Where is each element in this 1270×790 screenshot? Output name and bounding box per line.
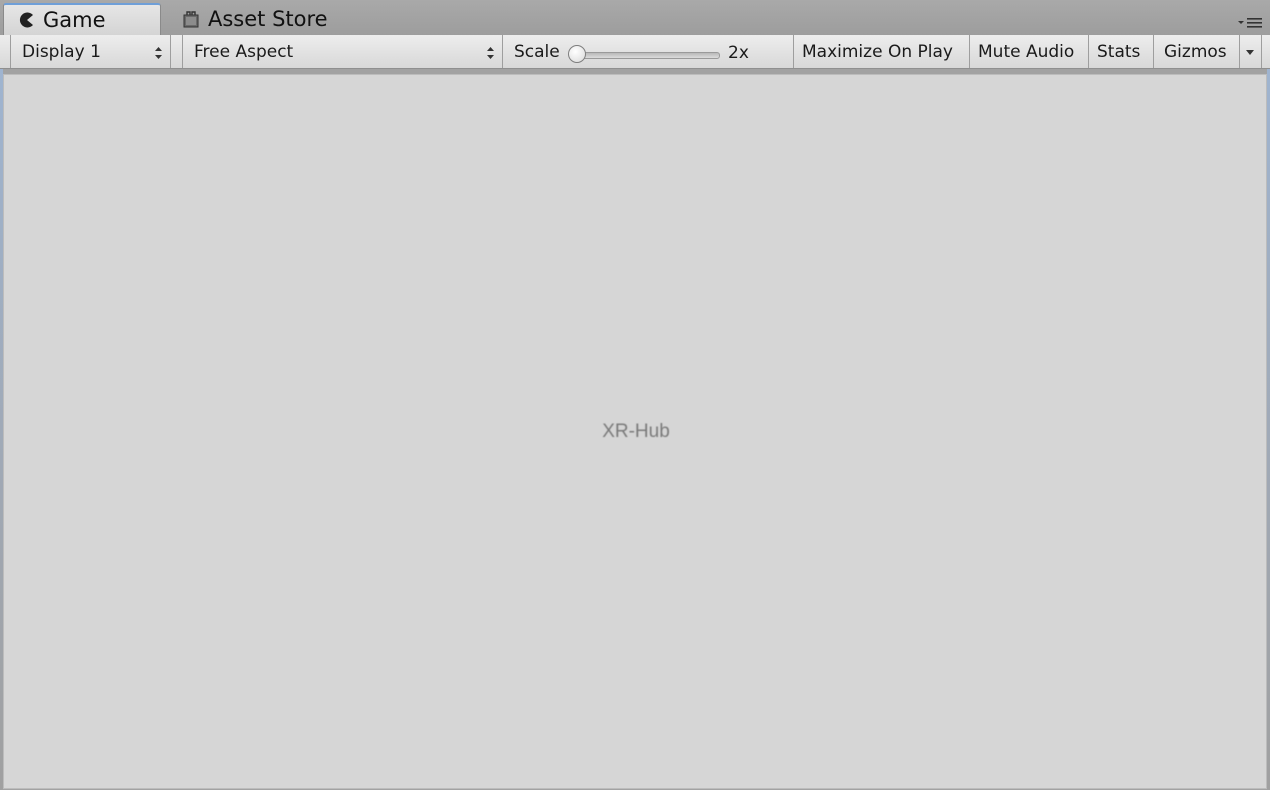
game-toolbar: Display 1 Free Aspect Scale 2x Maximize … [0, 35, 1270, 69]
tab-asset-store[interactable]: Asset Store [168, 3, 368, 35]
display-select[interactable]: Display 1 [10, 35, 171, 68]
dropdown-arrow-icon [1244, 42, 1256, 62]
maximize-on-play-toggle[interactable]: Maximize On Play [794, 35, 970, 68]
gizmos-dropdown-button[interactable] [1240, 35, 1262, 68]
scale-value: 2x [728, 43, 749, 63]
tab-bar: Game Asset Store [0, 0, 1270, 35]
panel-menu-icon[interactable] [1236, 14, 1264, 28]
stats-label: Stats [1097, 41, 1141, 62]
mute-audio-label: Mute Audio [978, 41, 1075, 62]
mute-audio-toggle[interactable]: Mute Audio [970, 35, 1089, 68]
scale-label: Scale [514, 41, 560, 62]
aspect-select-label: Free Aspect [194, 41, 294, 62]
stats-toggle[interactable]: Stats [1089, 35, 1154, 68]
tab-asset-store-label: Asset Store [208, 7, 328, 31]
tab-game-label: Game [43, 8, 106, 32]
gizmos-label: Gizmos [1164, 41, 1227, 62]
maximize-on-play-label: Maximize On Play [802, 41, 953, 62]
game-viewport[interactable]: XR-Hub [3, 74, 1267, 789]
shopping-bag-icon [181, 9, 201, 29]
updown-arrows-icon [154, 45, 163, 65]
pacman-game-icon [18, 11, 36, 29]
updown-arrows-icon [486, 45, 495, 65]
aspect-select[interactable]: Free Aspect [182, 35, 503, 68]
scale-slider-track[interactable] [578, 52, 720, 59]
tab-game[interactable]: Game [3, 3, 161, 35]
scale-slider-thumb[interactable] [568, 45, 586, 63]
gizmos-toggle[interactable]: Gizmos [1154, 35, 1240, 68]
viewport-title-text: XR-Hub [602, 421, 670, 442]
display-select-label: Display 1 [22, 41, 101, 62]
